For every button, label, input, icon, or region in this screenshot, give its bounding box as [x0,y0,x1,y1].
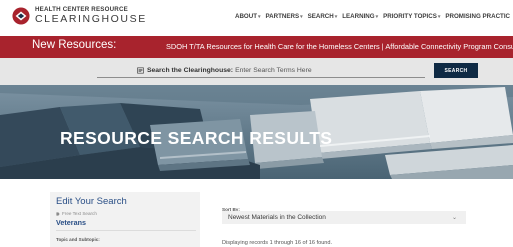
logo-line2: CLEARINGHOUSE [35,13,147,26]
edit-search-title: Edit Your Search [56,196,127,207]
banner-link[interactable]: SDOH T/TA Resources for Health Care for … [166,42,513,51]
search-field: Search the Clearinghouse: [97,63,425,78]
divider [56,230,196,231]
nav-item-priority-topics[interactable]: PRIORITY TOPICS ▾ [383,13,440,20]
edit-search-panel: Edit Your Search Free Text Search Vetera… [50,192,200,247]
nav-item-label: LEARNING [342,13,375,20]
logo-text: HEALTH CENTER RESOURCE CLEARINGHOUSE [35,6,147,26]
sort-selected-value: Newest Materials in the Collection [228,214,326,221]
nav-item-label: PROMISING PRACTIC [445,13,511,20]
announcement-banner: New Resources: SDOH T/TA Resources for H… [0,36,513,58]
topic-subtopic-label: Topic and Subtopic: [56,237,100,242]
search-bar: Search the Clearinghouse: SEARCH [0,58,513,85]
nav-item-search[interactable]: SEARCH ▾ [308,13,338,20]
chevron-down-icon: ▾ [334,13,338,20]
search-term-value[interactable]: Veterans [56,218,200,227]
chevron-down-icon: ▾ [258,13,261,20]
chevron-down-icon: ⌄ [451,215,457,221]
tag-icon [56,211,60,216]
free-text-label-text: Free Text Search [62,211,97,216]
search-input[interactable] [235,66,386,74]
page-title: RESOURCE SEARCH RESULTS [60,128,333,148]
free-text-label: Free Text Search [56,211,200,216]
nav-item-label: PARTNERS [265,13,300,20]
sort-select[interactable]: Newest Materials in the Collection ⌄ [222,211,466,224]
nav-item-label: PRIORITY TOPICS [383,13,437,20]
search-button[interactable]: SEARCH [434,63,478,78]
site-logo[interactable]: HEALTH CENTER RESOURCE CLEARINGHOUSE [12,6,147,26]
nav-item-about[interactable]: ABOUT ▾ [235,13,261,20]
nav-item-partners[interactable]: PARTNERS ▾ [266,13,303,20]
chevron-down-icon: ▾ [437,13,441,20]
banner-title: New Resources: [32,39,117,51]
hero-banner: RESOURCE SEARCH RESULTS [0,85,513,179]
results-count: Displaying records 1 through 16 of 16 fo… [222,240,333,246]
nav-item-promising-practices[interactable]: PROMISING PRACTIC [445,13,510,20]
chevron-down-icon: ▾ [300,13,303,20]
nav-item-label: SEARCH [307,13,334,20]
logo-icon [12,7,30,25]
search-icon [137,67,144,73]
nav-item-learning[interactable]: LEARNING ▾ [342,13,378,20]
nav-item-label: ABOUT [235,13,257,20]
search-label: Search the Clearinghouse: [146,66,234,74]
main-content: Edit Your Search Free Text Search Vetera… [0,179,513,247]
main-nav: ABOUT ▾ PARTNERS ▾ SEARCH ▾ LEARNING ▾ P… [235,13,513,20]
chevron-down-icon: ▾ [375,13,379,20]
page: HEALTH CENTER RESOURCE CLEARINGHOUSE ABO… [0,0,513,247]
site-header: HEALTH CENTER RESOURCE CLEARINGHOUSE ABO… [0,0,513,36]
